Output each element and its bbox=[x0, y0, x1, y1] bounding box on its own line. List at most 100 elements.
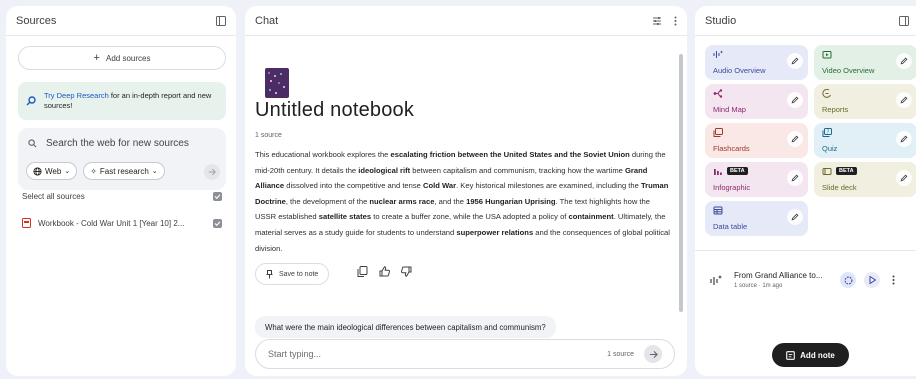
studio-tile-reports[interactable]: Reports bbox=[814, 84, 916, 119]
studio-tile-label: Slide deck bbox=[822, 183, 857, 192]
chat-title: Chat bbox=[255, 14, 279, 27]
waveform-icon bbox=[844, 276, 853, 285]
tune-icon[interactable] bbox=[652, 16, 662, 26]
studio-tile-label: Mind Map bbox=[713, 105, 746, 114]
infographic-icon bbox=[713, 167, 723, 176]
summary-text: , the development of the bbox=[285, 196, 370, 206]
thumb-down-icon[interactable] bbox=[401, 266, 412, 277]
studio-tile-label: Reports bbox=[822, 105, 849, 114]
edit-pencil-icon[interactable] bbox=[787, 53, 803, 69]
add-note-button[interactable]: Add note bbox=[772, 343, 849, 367]
deep-research-banner[interactable]: Try Deep Research for an in-depth report… bbox=[18, 82, 226, 120]
thumb-up-icon[interactable] bbox=[379, 266, 390, 277]
source-item[interactable]: Workbook - Cold War Unit 1 [Year 10] 2..… bbox=[22, 218, 222, 228]
summary-text: dissolved into the competitive and tense bbox=[284, 181, 424, 191]
summary-highlight: nuclear arms race bbox=[369, 196, 435, 206]
studio-tile-quiz[interactable]: ? Quiz bbox=[814, 123, 916, 158]
studio-tile-audio-overview[interactable]: Audio Overview bbox=[705, 45, 808, 80]
studio-tile-label: Flashcards bbox=[713, 144, 750, 153]
summary-highlight: containment bbox=[568, 212, 614, 222]
play-button[interactable] bbox=[864, 272, 880, 288]
studio-tile-infographic[interactable]: BETA Infographic bbox=[705, 162, 808, 197]
studio-tile-label: Audio Overview bbox=[713, 66, 766, 75]
studio-divider bbox=[695, 250, 916, 251]
studio-tile-flashcards[interactable]: Flashcards bbox=[705, 123, 808, 158]
studio-tile-label: Video Overview bbox=[822, 66, 875, 75]
chat-input[interactable]: Start typing... bbox=[268, 349, 607, 359]
play-icon bbox=[869, 276, 876, 284]
send-button[interactable] bbox=[644, 345, 662, 363]
source-item-label: Workbook - Cold War Unit 1 [Year 10] 2..… bbox=[38, 218, 185, 228]
interactive-mode-button[interactable] bbox=[840, 272, 856, 288]
table-icon bbox=[713, 206, 723, 215]
fast-research-label: Fast research bbox=[99, 166, 149, 176]
beta-badge: BETA bbox=[727, 167, 748, 175]
add-sources-label: Add sources bbox=[105, 53, 151, 63]
select-all-checkbox[interactable] bbox=[213, 192, 222, 201]
note-icon bbox=[786, 350, 795, 360]
pdf-icon bbox=[22, 218, 31, 228]
web-source-dropdown[interactable]: Web ⌄ bbox=[26, 162, 78, 180]
search-submit-button[interactable] bbox=[204, 164, 220, 180]
edit-pencil-icon[interactable] bbox=[896, 53, 912, 69]
studio-tile-data-table[interactable]: Data table bbox=[705, 201, 808, 236]
select-all-row[interactable]: Select all sources bbox=[22, 192, 222, 201]
web-chip-label: Web bbox=[45, 166, 62, 176]
add-sources-button[interactable]: + Add sources bbox=[18, 46, 226, 70]
studio-panel: Studio Audio Overview Video Overview Mind … bbox=[695, 6, 916, 376]
generated-audio-item[interactable]: From Grand Alliance to... 1 source · 1m … bbox=[707, 268, 907, 298]
collapse-panel-icon[interactable] bbox=[216, 15, 226, 26]
search-icon bbox=[28, 139, 37, 148]
studio-tile-slide-deck[interactable]: BETA Slide deck bbox=[814, 162, 916, 197]
item-menu-button[interactable] bbox=[885, 272, 901, 288]
audio-sparkle-icon bbox=[709, 274, 723, 288]
sparkle-icon: ✧ bbox=[90, 166, 97, 176]
response-actions bbox=[357, 266, 412, 277]
plus-icon: + bbox=[93, 52, 100, 64]
studio-tile-mind-map[interactable]: Mind Map bbox=[705, 84, 808, 119]
notebook-title[interactable]: Untitled notebook bbox=[255, 99, 414, 122]
deep-research-link[interactable]: Try Deep Research bbox=[44, 91, 109, 100]
edit-pencil-icon[interactable] bbox=[787, 170, 803, 186]
summary-text: between capitalism and communism, tracki… bbox=[410, 165, 626, 175]
summary-highlight: escalating friction between the United S… bbox=[390, 150, 630, 159]
edit-pencil-icon[interactable] bbox=[896, 131, 912, 147]
summary-text: , and the bbox=[434, 196, 467, 206]
edit-pencil-icon[interactable] bbox=[896, 170, 912, 186]
summary-text: This educational workbook explores the bbox=[255, 150, 391, 159]
edit-pencil-icon[interactable] bbox=[787, 92, 803, 108]
search-input[interactable]: Search the web for new sources bbox=[46, 138, 189, 149]
chat-scrollbar[interactable] bbox=[679, 54, 683, 312]
quiz-icon: ? bbox=[822, 128, 832, 137]
more-vert-icon[interactable] bbox=[674, 16, 677, 26]
notebook-summary: This educational workbook explores the e… bbox=[255, 147, 670, 256]
studio-tile-label: Quiz bbox=[822, 144, 838, 153]
summary-highlight: 1956 Hungarian Uprising bbox=[466, 196, 556, 206]
studio-tile-video-overview[interactable]: Video Overview bbox=[814, 45, 916, 80]
summary-highlight: superpower relations bbox=[456, 227, 534, 237]
save-to-note-button[interactable]: Save to note bbox=[255, 263, 330, 285]
summary-text: . Key historical milestones are examined… bbox=[456, 181, 641, 191]
chat-header: Chat bbox=[245, 6, 687, 36]
summary-highlight: Cold War bbox=[423, 181, 457, 191]
research-mode-dropdown[interactable]: ✧ Fast research ⌄ bbox=[83, 162, 165, 180]
edit-pencil-icon[interactable] bbox=[787, 209, 803, 225]
chat-panel: Chat Untitled notebook 1 source This edu… bbox=[245, 6, 687, 376]
summary-highlight: satellite states bbox=[318, 212, 372, 222]
generated-item-meta: 1 source · 1m ago bbox=[734, 283, 783, 289]
composer-source-count: 1 source bbox=[607, 350, 634, 358]
reports-icon bbox=[822, 89, 832, 98]
source-item-checkbox[interactable] bbox=[213, 218, 222, 228]
slides-icon bbox=[822, 167, 832, 176]
edit-pencil-icon[interactable] bbox=[787, 131, 803, 147]
chat-composer[interactable]: Start typing... 1 source bbox=[255, 339, 675, 369]
notebook-icon bbox=[265, 68, 289, 98]
sources-title: Sources bbox=[16, 14, 57, 27]
pin-icon bbox=[266, 269, 273, 279]
suggested-question[interactable]: What were the main ideological differenc… bbox=[255, 316, 556, 338]
edit-pencil-icon[interactable] bbox=[896, 92, 912, 108]
collapse-panel-icon[interactable] bbox=[899, 15, 909, 26]
copy-icon[interactable] bbox=[357, 266, 368, 277]
generated-item-title: From Grand Alliance to... bbox=[734, 271, 823, 280]
sources-panel: Sources + Add sources Try Deep Research … bbox=[6, 6, 236, 376]
